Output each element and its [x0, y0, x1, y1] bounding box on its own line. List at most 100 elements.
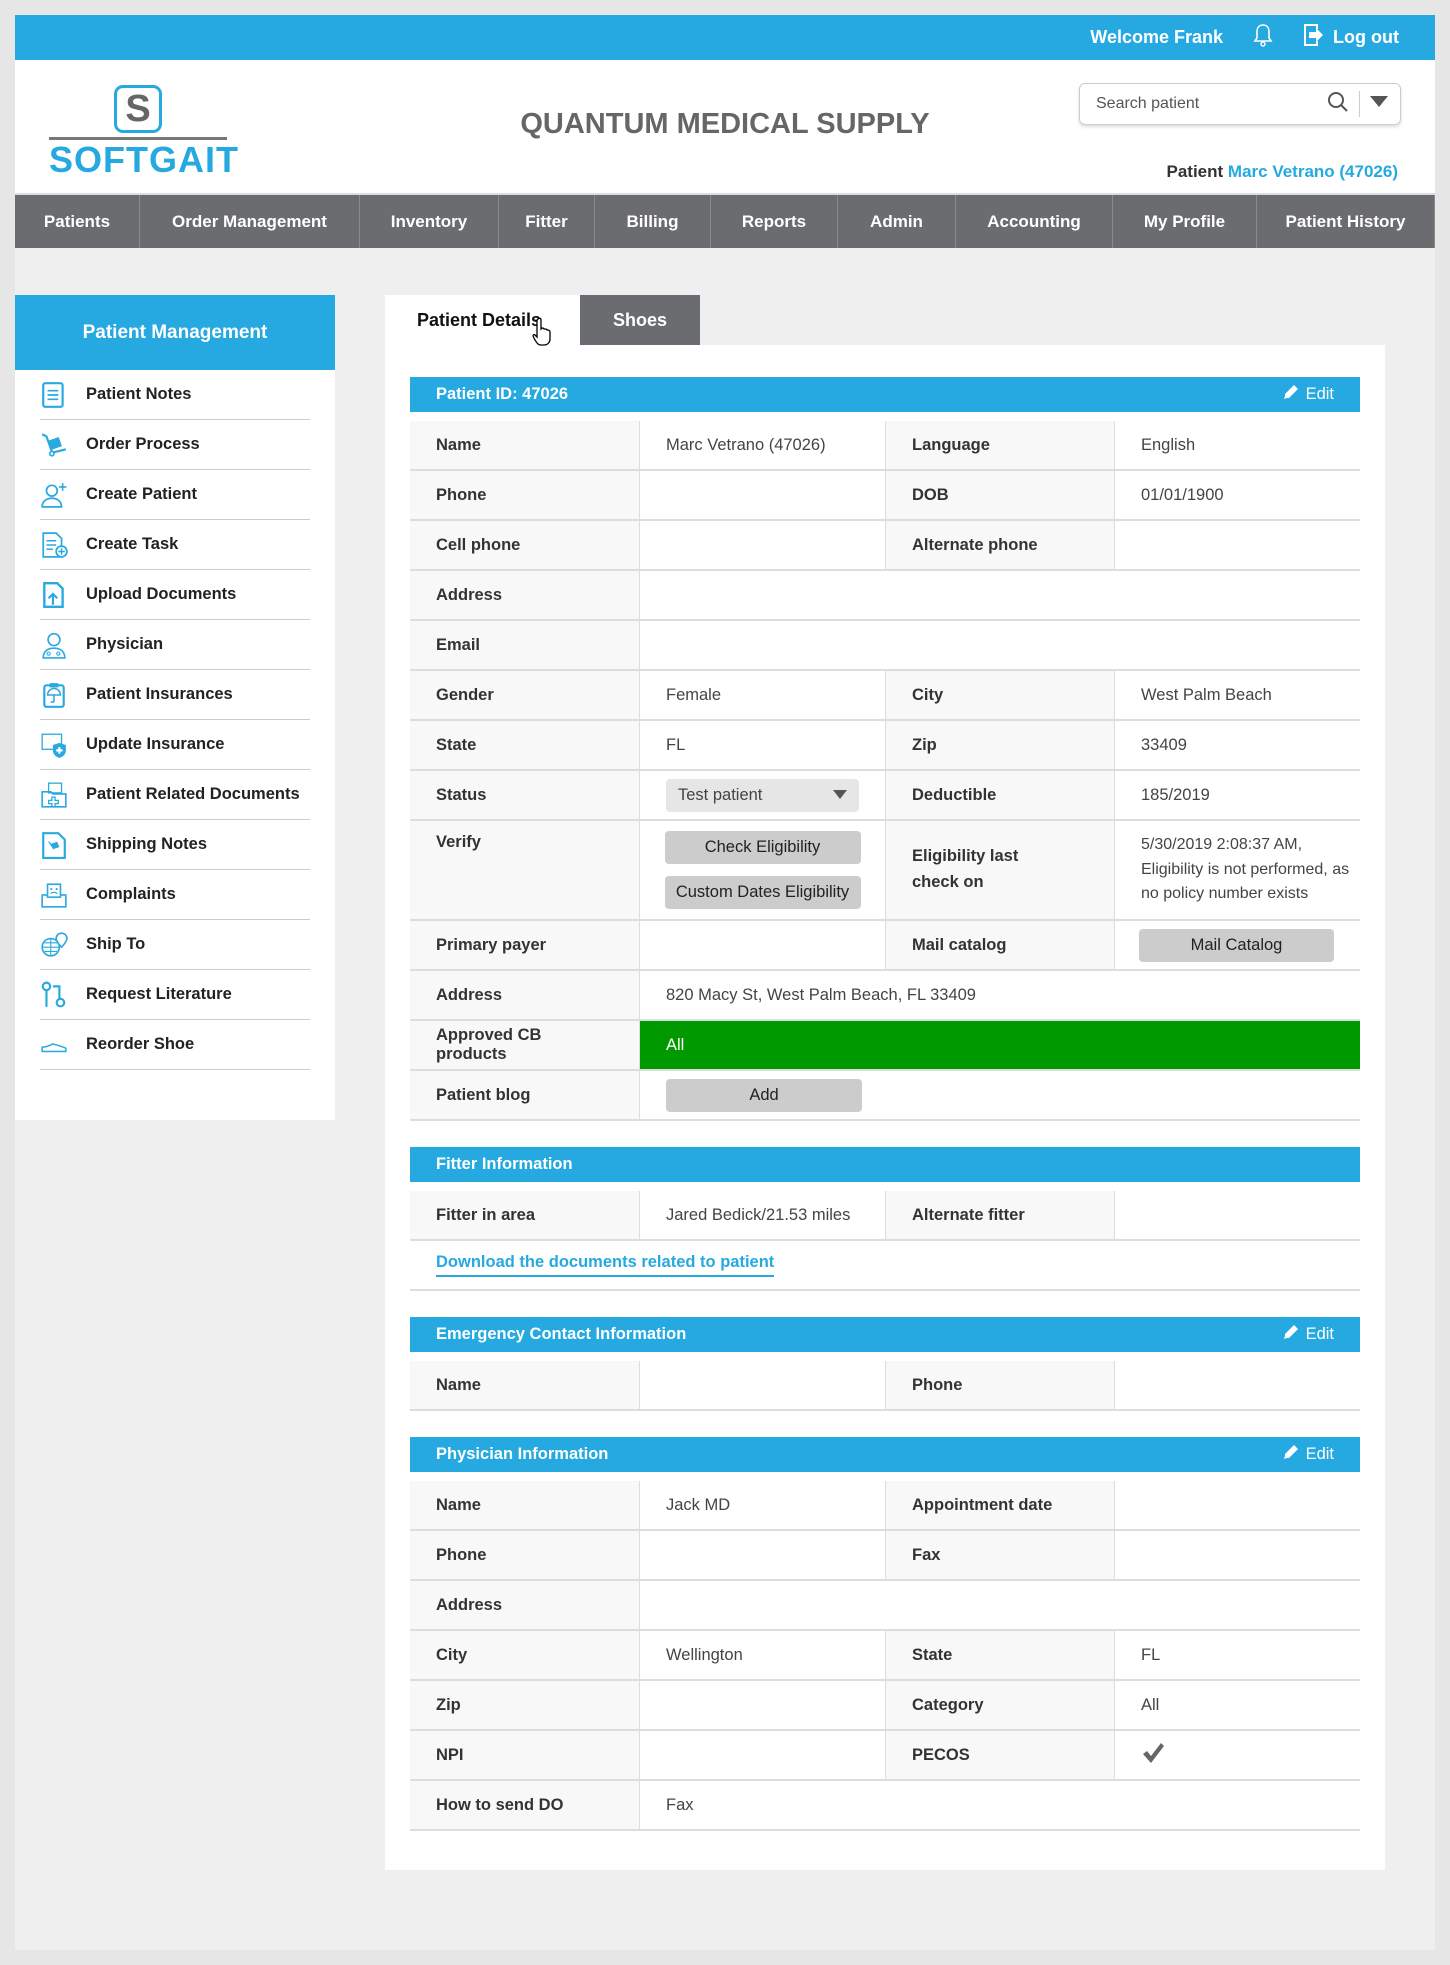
field-value: [640, 1361, 886, 1409]
field-label: Gender: [410, 671, 640, 719]
check-eligibility-button[interactable]: Check Eligibility: [664, 831, 861, 864]
sidebar-item-order-process[interactable]: Order Process: [40, 420, 310, 470]
status-select[interactable]: Test patient: [666, 778, 859, 812]
field-label: Approved CB products: [410, 1021, 640, 1069]
section-fitter-information: Fitter Information Fitter in area Jared Be…: [410, 1147, 1360, 1291]
table-row: Address: [410, 571, 1360, 621]
chevron-down-icon[interactable]: [1370, 95, 1388, 113]
field-value: [640, 1731, 886, 1779]
sidebar-item-label: Request Literature: [86, 985, 232, 1003]
sidebar-item-label: Patient Notes: [86, 385, 192, 403]
sidebar: Patient Management Patient Notes Order Pr…: [15, 295, 335, 1120]
field-label: City: [886, 671, 1115, 719]
tab-shoes[interactable]: Shoes: [580, 295, 700, 345]
table-row: Address 820 Macy St, West Palm Beach, FL …: [410, 971, 1360, 1021]
sidebar-item-label: Patient Insurances: [86, 685, 233, 703]
field-label: Zip: [410, 1681, 640, 1729]
mail-catalog-button[interactable]: Mail Catalog: [1139, 928, 1334, 962]
edit-button[interactable]: Edit: [1282, 1443, 1334, 1466]
header: S SOFTGAIT QUANTUM MEDICAL SUPPLY Search …: [15, 60, 1435, 195]
upload-document-icon: [40, 581, 86, 609]
section-title: Physician Information: [436, 1445, 609, 1463]
nav-accounting[interactable]: Accounting: [956, 195, 1113, 248]
nav-patient-history[interactable]: Patient History: [1257, 195, 1435, 248]
search-icon[interactable]: [1327, 91, 1349, 118]
nav-my-profile[interactable]: My Profile: [1113, 195, 1257, 248]
edit-button[interactable]: Edit: [1282, 1323, 1334, 1346]
field-label: Address: [410, 1581, 640, 1629]
sidebar-item-create-patient[interactable]: Create Patient: [40, 470, 310, 520]
sidebar-item-shipping-notes[interactable]: Shipping Notes: [40, 820, 310, 870]
sidebar-item-request-literature[interactable]: Request Literature: [40, 970, 310, 1020]
field-value: [640, 921, 886, 969]
sidebar-item-create-task[interactable]: Create Task: [40, 520, 310, 570]
field-value: All: [1141, 1695, 1160, 1714]
sidebar-item-physician[interactable]: Physician: [40, 620, 310, 670]
sidebar-item-update-insurance[interactable]: Update Insurance: [40, 720, 310, 770]
field-value: [640, 471, 886, 519]
sidebar-item-upload-documents[interactable]: Upload Documents: [40, 570, 310, 620]
sidebar-item-complaints[interactable]: Complaints: [40, 870, 310, 920]
hand-cursor-icon: [532, 317, 554, 352]
nav-fitter[interactable]: Fitter: [499, 195, 595, 248]
table-row: Gender Female City West Palm Beach: [410, 671, 1360, 721]
table-row: Verify Check Eligibility Custom Dates Elig…: [410, 821, 1360, 921]
globe-pin-icon: [40, 931, 86, 959]
field-label: Zip: [886, 721, 1115, 769]
tab-patient-details[interactable]: Patient Details: [385, 295, 580, 346]
nav-billing[interactable]: Billing: [595, 195, 711, 248]
table-row: NPI PECOS: [410, 1731, 1360, 1781]
route-icon: [40, 981, 86, 1009]
sidebar-item-patient-related-documents[interactable]: Patient Related Documents: [40, 770, 310, 820]
checkmark-icon: [1141, 1742, 1165, 1769]
shoe-icon: [40, 1031, 86, 1059]
table-row: Phone Fax: [410, 1531, 1360, 1581]
nav-order-management[interactable]: Order Management: [140, 195, 360, 248]
nav-admin[interactable]: Admin: [838, 195, 956, 248]
edit-button[interactable]: Edit: [1282, 383, 1334, 406]
sidebar-item-patient-insurances[interactable]: Patient Insurances: [40, 670, 310, 720]
sidebar-item-label: Shipping Notes: [86, 835, 207, 853]
nav-patients[interactable]: Patients: [15, 195, 140, 248]
section-header: Emergency Contact Information Edit: [410, 1317, 1360, 1352]
add-task-icon: [40, 531, 86, 559]
patient-name-link[interactable]: Marc Vetrano (47026): [1228, 162, 1398, 181]
section-patient-id-47026: Patient ID: 47026 Edit Name Marc Vetrano (4…: [410, 377, 1360, 1121]
table-row: Name Jack MD Appointment date: [410, 1481, 1360, 1531]
table-row: Primary payer Mail catalog Mail Catalog: [410, 921, 1360, 971]
medical-folder-icon: [40, 781, 86, 809]
field-label: Alternate fitter: [886, 1191, 1115, 1239]
field-label: Name: [410, 1481, 640, 1529]
sidebar-item-label: Create Task: [86, 535, 179, 553]
sidebar-item-reorder-shoe[interactable]: Reorder Shoe: [40, 1020, 310, 1070]
sidebar-item-patient-notes[interactable]: Patient Notes: [40, 370, 310, 420]
sidebar-item-label: Reorder Shoe: [86, 1035, 195, 1053]
add-blog-button[interactable]: Add: [666, 1078, 862, 1112]
field-value: West Palm Beach: [1141, 685, 1272, 704]
field-value: [640, 1531, 886, 1579]
custom-dates-eligibility-button[interactable]: Custom Dates Eligibility: [664, 876, 861, 909]
sidebar-item-ship-to[interactable]: Ship To: [40, 920, 310, 970]
nav-reports[interactable]: Reports: [711, 195, 838, 248]
field-label: Name: [410, 1361, 640, 1409]
bell-icon[interactable]: [1253, 23, 1273, 52]
field-value: Female: [640, 671, 886, 719]
field-label: Eligibility last check on: [886, 821, 1115, 919]
field-label: Address: [410, 571, 640, 619]
table-row: Status Test patient Deductible 185/2019: [410, 771, 1360, 821]
nav-inventory[interactable]: Inventory: [360, 195, 499, 248]
tab-label: Patient Details: [417, 310, 542, 330]
logout-button[interactable]: Log out: [1303, 23, 1399, 52]
field-value: 820 Macy St, West Palm Beach, FL 33409: [666, 985, 976, 1004]
complaint-box-icon: [40, 881, 86, 909]
table-row: Address: [410, 1581, 1360, 1631]
logout-icon: [1303, 23, 1325, 52]
eligibility-status: 5/30/2019 2:08:37 AM, Eligibility is not…: [1141, 835, 1350, 903]
section-title: Fitter Information: [436, 1155, 573, 1173]
add-user-icon: [40, 481, 86, 509]
download-documents-link[interactable]: Download the documents related to patien…: [436, 1253, 775, 1277]
field-label: City: [410, 1631, 640, 1679]
search-patient-input[interactable]: Search patient: [1079, 83, 1401, 125]
field-label: How to send DO: [410, 1781, 640, 1829]
field-value: [1115, 1481, 1360, 1529]
